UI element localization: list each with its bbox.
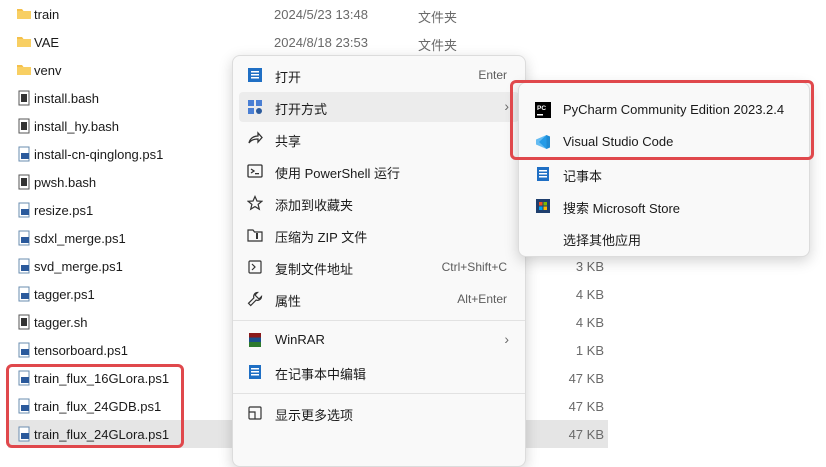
file-name: install-cn-qinglong.ps1: [34, 147, 164, 162]
menu-item-label: 搜索 Microsoft Store: [563, 201, 681, 216]
menu-item-shortcut: Enter: [478, 68, 507, 82]
files-highlight-box: [6, 364, 184, 448]
file-type: 文件夹: [418, 10, 458, 25]
file-row-vae[interactable]: VAE 2024/8/18 23:53 文件夹: [8, 28, 608, 56]
file-size: 3 KB: [575, 259, 604, 274]
file-row-train[interactable]: train 2024/5/23 13:48 文件夹: [8, 0, 608, 28]
submenu-item-ms-store[interactable]: 搜索 Microsoft Store: [523, 191, 805, 221]
menu-item-label: 共享: [275, 134, 302, 149]
wrench-icon: [247, 291, 263, 307]
file-name: sdxl_merge.ps1: [34, 231, 126, 246]
menu-item-open[interactable]: 打开 Enter: [239, 60, 519, 90]
powershell-file-icon: [18, 202, 30, 218]
file-name: resize.ps1: [34, 203, 94, 218]
menu-item-label: 复制文件地址: [275, 262, 354, 277]
script-file-icon: [18, 314, 30, 330]
context-menu: 打开 Enter 打开方式 › 共享 使用 PowerShell 运行 添加到收…: [232, 55, 526, 467]
menu-separator: [233, 393, 525, 394]
menu-item-compress-zip[interactable]: 压缩为 ZIP 文件: [239, 220, 519, 250]
powershell-file-icon: [18, 286, 30, 302]
file-name: svd_merge.ps1: [34, 259, 123, 274]
menu-item-label: WinRAR: [275, 332, 325, 347]
file-type: 文件夹: [418, 38, 458, 53]
file-size: 4 KB: [575, 287, 604, 302]
file-name: install_hy.bash: [34, 119, 120, 134]
menu-item-shortcut: Ctrl+Shift+C: [441, 260, 507, 274]
script-file-icon: [18, 174, 30, 190]
menu-item-label: 选择其他应用: [563, 233, 642, 248]
menu-item-share[interactable]: 共享: [239, 124, 519, 154]
file-size: 4 KB: [575, 315, 604, 330]
file-name: tensorboard.ps1: [34, 343, 128, 358]
file-name: pwsh.bash: [34, 175, 97, 190]
menu-item-label: 属性: [275, 294, 302, 309]
file-size: 47 KB: [568, 371, 604, 386]
script-file-icon: [18, 118, 30, 134]
folder-icon: [17, 37, 31, 47]
notepad-icon: [249, 365, 261, 379]
chevron-right-icon: ›: [504, 98, 509, 114]
chevron-right-icon: ›: [504, 331, 509, 347]
more-options-icon: [248, 406, 262, 420]
zip-icon: [247, 229, 263, 242]
share-icon: [248, 131, 263, 144]
folder-icon: [17, 65, 31, 75]
winrar-icon: [249, 333, 261, 347]
menu-item-label: 打开: [275, 70, 302, 85]
file-name: tagger.sh: [34, 315, 88, 330]
file-name: install.bash: [34, 91, 100, 106]
menu-item-winrar[interactable]: WinRAR ›: [239, 325, 519, 355]
menu-item-show-more-options[interactable]: 显示更多选项: [239, 398, 519, 428]
menu-item-label: 记事本: [563, 169, 603, 184]
apps-highlight-box: [510, 80, 814, 160]
powershell-file-icon: [18, 342, 30, 358]
open-with-icon: [248, 100, 262, 114]
file-size: 47 KB: [568, 399, 604, 414]
menu-item-copy-path[interactable]: 复制文件地址 Ctrl+Shift+C: [239, 252, 519, 282]
file-name: tagger.ps1: [34, 287, 95, 302]
notepad-icon: [537, 167, 549, 181]
file-date: 2024/5/23 13:48: [274, 7, 368, 22]
copy-path-icon: [248, 260, 262, 274]
menu-item-label: 打开方式: [275, 102, 328, 117]
menu-item-properties[interactable]: 属性 Alt+Enter: [239, 284, 519, 314]
menu-item-label: 在记事本中编辑: [275, 367, 367, 382]
powershell-file-icon: [18, 146, 30, 162]
menu-item-shortcut: Alt+Enter: [457, 292, 507, 306]
file-name: train: [34, 7, 60, 22]
submenu-item-choose-other-app[interactable]: 选择其他应用: [523, 223, 805, 253]
file-name: venv: [34, 63, 62, 78]
menu-item-add-favorites[interactable]: 添加到收藏夹: [239, 188, 519, 218]
ms-store-icon: [536, 199, 550, 213]
menu-item-edit-notepad[interactable]: 在记事本中编辑: [239, 357, 519, 387]
menu-item-label: 添加到收藏夹: [275, 198, 354, 213]
menu-item-open-with[interactable]: 打开方式 ›: [239, 92, 519, 122]
open-icon: [248, 68, 262, 82]
powershell-icon: [247, 164, 263, 178]
menu-separator: [233, 320, 525, 321]
menu-item-run-powershell[interactable]: 使用 PowerShell 运行: [239, 156, 519, 186]
powershell-file-icon: [18, 258, 30, 274]
file-name: VAE: [34, 35, 60, 50]
menu-item-label: 使用 PowerShell 运行: [275, 166, 400, 181]
powershell-file-icon: [18, 230, 30, 246]
script-file-icon: [18, 90, 30, 106]
folder-icon: [17, 9, 31, 19]
menu-item-label: 显示更多选项: [275, 408, 354, 423]
menu-item-label: 压缩为 ZIP 文件: [275, 230, 368, 245]
file-size: 47 KB: [568, 427, 604, 442]
file-date: 2024/8/18 23:53: [274, 35, 368, 50]
submenu-item-notepad[interactable]: 记事本: [523, 159, 805, 189]
file-size: 1 KB: [575, 343, 604, 358]
star-icon: [247, 195, 263, 211]
